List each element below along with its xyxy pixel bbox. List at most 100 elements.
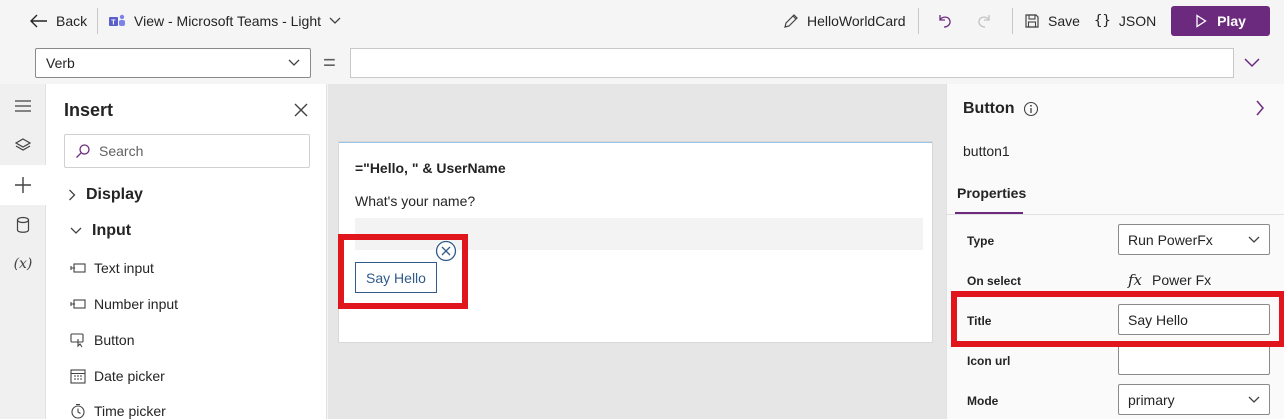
rail-variables[interactable]: (x) (0, 244, 46, 284)
close-icon (292, 101, 310, 119)
type-dropdown[interactable]: Run PowerFx (1118, 224, 1270, 255)
remove-circle-icon (435, 240, 457, 262)
play-icon (1195, 14, 1207, 28)
expand-formula-button[interactable] (1240, 48, 1264, 78)
search-icon (75, 143, 91, 159)
on-select-powerfx-button[interactable]: fx Power Fx (1128, 271, 1211, 289)
divider (947, 214, 1284, 215)
clock-icon (70, 403, 86, 419)
insert-item-label: Date picker (94, 368, 165, 384)
equals-sign: = (323, 50, 336, 75)
icon-url-label: Icon url (967, 354, 1011, 368)
category-label: Input (92, 222, 132, 239)
braces-icon: {} (1094, 13, 1111, 29)
chevron-down-icon (288, 59, 300, 67)
insert-item-label: Text input (94, 260, 154, 276)
redo-icon (976, 13, 992, 29)
arrow-left-icon (30, 14, 48, 28)
category-display[interactable]: Display (68, 186, 143, 204)
on-select-value: Power Fx (1152, 272, 1212, 288)
chevron-down-icon (70, 227, 82, 235)
control-type-title: Button (963, 100, 1015, 117)
greeting-text-block[interactable]: ="Hello, " & UserName (355, 160, 506, 176)
chevron-down-icon (1248, 236, 1260, 244)
json-button[interactable]: {} JSON (1094, 0, 1156, 42)
insert-item-label: Button (94, 332, 135, 348)
mode-label: Mode (967, 394, 999, 408)
search-placeholder: Search (99, 143, 144, 159)
view-theme-dropdown[interactable]: T View - Microsoft Teams - Light (108, 0, 341, 42)
property-select[interactable]: Verb (35, 48, 311, 78)
collapse-properties-button[interactable] (1255, 100, 1271, 118)
number-input-icon (70, 298, 86, 310)
insert-item-date-picker[interactable]: Date picker (70, 368, 165, 384)
divider (97, 8, 98, 34)
redo-button[interactable] (976, 0, 992, 42)
text-input-icon (70, 262, 86, 274)
tab-properties[interactable]: Properties (957, 185, 1026, 201)
type-value: Run PowerFx (1128, 231, 1213, 248)
properties-header: Button (963, 100, 1039, 118)
category-label: Display (86, 186, 143, 203)
back-button[interactable]: Back (30, 0, 87, 42)
top-command-bar: Back T View - Microsoft Teams - Light He… (0, 0, 1284, 42)
divider (918, 8, 919, 34)
insert-item-button[interactable]: Button (70, 332, 134, 348)
insert-item-text-input[interactable]: Text input (70, 260, 154, 276)
button-icon (70, 332, 86, 348)
tree-view-icon (14, 99, 32, 113)
undo-button[interactable] (937, 0, 953, 42)
question-text-block[interactable]: What's your name? (355, 193, 475, 209)
chevron-right-icon (68, 189, 76, 201)
type-label: Type (967, 234, 995, 248)
insert-plus-icon (14, 176, 32, 194)
save-label: Save (1048, 13, 1080, 29)
variables-icon: (x) (13, 256, 33, 272)
design-canvas: ="Hello, " & UserName What's your name? … (328, 84, 946, 419)
remove-element-button[interactable] (435, 240, 457, 262)
save-icon (1024, 13, 1040, 29)
data-source-icon (16, 216, 30, 234)
divider (1012, 8, 1013, 34)
formula-bar: Verb = (0, 42, 1284, 84)
insert-item-time-picker[interactable]: Time picker (70, 403, 166, 419)
play-label: Play (1217, 13, 1246, 29)
rail-layers[interactable] (0, 125, 46, 165)
highlight-box (951, 291, 1284, 347)
close-insert-panel-button[interactable] (292, 101, 310, 119)
teams-logo-icon: T (108, 13, 126, 29)
category-input[interactable]: Input (70, 222, 131, 240)
pencil-icon (783, 13, 799, 29)
info-icon[interactable] (1023, 101, 1039, 117)
control-name: button1 (963, 143, 1010, 159)
play-button[interactable]: Play (1171, 6, 1270, 36)
search-input[interactable]: Search (64, 134, 310, 168)
mode-value: primary (1128, 391, 1175, 408)
chevron-down-icon (1248, 396, 1260, 404)
insert-item-label: Number input (94, 296, 179, 312)
rail-data[interactable] (0, 205, 46, 245)
rail-insert[interactable] (0, 165, 46, 205)
formula-input[interactable] (350, 48, 1234, 78)
icon-url-input[interactable] (1118, 344, 1270, 375)
insert-item-number-input[interactable]: Number input (70, 296, 178, 312)
json-label: JSON (1118, 13, 1157, 29)
chevron-right-icon (1255, 100, 1271, 116)
svg-text:T: T (111, 20, 116, 27)
calendar-icon (70, 368, 86, 384)
rail-tree-view[interactable] (0, 86, 46, 126)
properties-panel: Button button1 Properties Type Run Power… (946, 84, 1284, 419)
insert-item-label: Time picker (94, 403, 166, 419)
left-rail: (x) (0, 84, 46, 419)
card-name-label: HelloWorldCard (807, 13, 906, 29)
on-select-label: On select (967, 274, 1022, 288)
view-label: View - Microsoft Teams - Light (134, 13, 321, 29)
mode-dropdown[interactable]: primary (1118, 384, 1270, 415)
chevron-down-icon (329, 17, 341, 25)
back-label: Back (56, 13, 88, 29)
fx-icon: fx (1128, 271, 1143, 289)
insert-panel-title: Insert (64, 100, 114, 120)
insert-panel: Insert Search Display Input Text input N… (46, 84, 327, 419)
card-name-button[interactable]: HelloWorldCard (783, 0, 906, 42)
save-button[interactable]: Save (1024, 0, 1080, 42)
